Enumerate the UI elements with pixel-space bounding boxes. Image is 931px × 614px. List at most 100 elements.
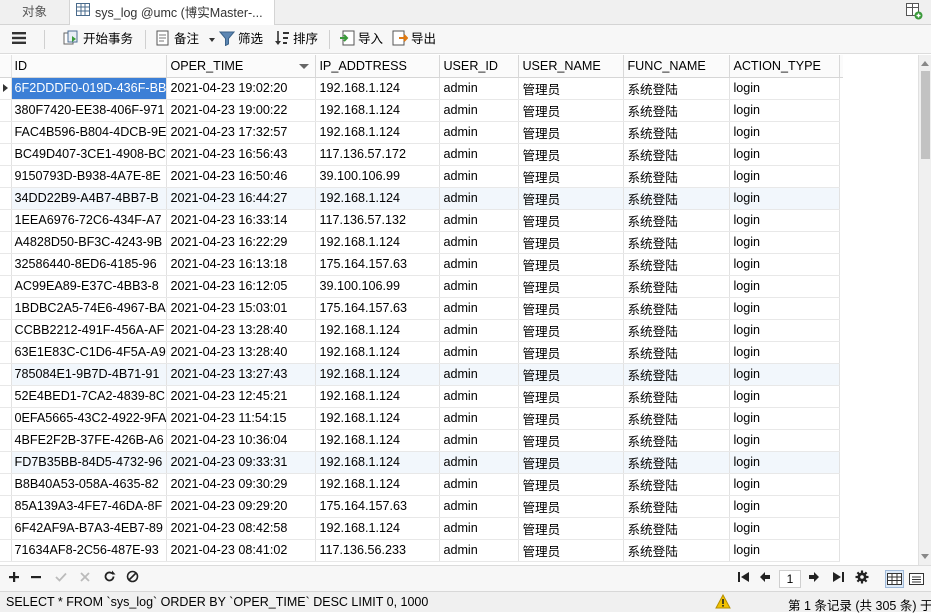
cell-ip[interactable]: 192.168.1.124 [315, 187, 441, 210]
cell-user-name[interactable]: 管理员 [518, 319, 625, 342]
column-header-id[interactable]: ID [11, 55, 168, 78]
cell-action-type[interactable]: login [729, 253, 841, 276]
cell-user-name[interactable]: 管理员 [518, 407, 625, 430]
cell-oper-time[interactable]: 2021-04-23 11:54:15 [166, 407, 317, 430]
cell-oper-time[interactable]: 2021-04-23 16:13:18 [166, 253, 317, 276]
row-indicator[interactable] [0, 121, 12, 144]
table-row[interactable]: BC49D407-3CE1-4908-BC 2021-04-23 16:56:43… [0, 143, 843, 166]
cell-user-name[interactable]: 管理员 [518, 517, 625, 540]
row-indicator[interactable] [0, 99, 12, 122]
table-row[interactable]: 32586440-8ED6-4185-96 2021-04-23 16:13:18… [0, 253, 843, 276]
cell-user-id[interactable]: admin [439, 495, 520, 518]
cell-func-name[interactable]: 系统登陆 [623, 363, 731, 386]
cell-func-name[interactable]: 系统登陆 [623, 517, 731, 540]
cell-user-name[interactable]: 管理员 [518, 187, 625, 210]
cell-action-type[interactable]: login [729, 517, 841, 540]
cell-user-name[interactable]: 管理员 [518, 231, 625, 254]
menu-icon[interactable] [11, 28, 30, 51]
table-row[interactable]: 34DD22B9-A4B7-4BB7-B 2021-04-23 16:44:27 1… [0, 187, 843, 210]
cell-func-name[interactable]: 系统登陆 [623, 495, 731, 518]
data-grid[interactable]: ID OPER_TIME IP_ADDTRESS USER_ID USER_NAME FU… [0, 55, 918, 565]
row-indicator[interactable] [0, 165, 12, 188]
row-indicator[interactable] [0, 517, 12, 540]
cell-id[interactable]: 6F42AF9A-B7A3-4EB7-89 [11, 517, 168, 540]
cell-user-name[interactable]: 管理员 [518, 121, 625, 144]
cell-ip[interactable]: 39.100.106.99 [315, 275, 441, 298]
cell-ip[interactable]: 192.168.1.124 [315, 231, 441, 254]
cell-id[interactable]: 1EEA6976-72C6-434F-A7 [11, 209, 168, 232]
last-page-icon[interactable] [830, 570, 846, 586]
row-indicator[interactable] [0, 429, 12, 452]
cell-action-type[interactable]: login [729, 275, 841, 298]
table-row[interactable]: 9150793D-B938-4A7E-8E 2021-04-23 16:50:46… [0, 165, 843, 188]
cell-action-type[interactable]: login [729, 385, 841, 408]
column-header-ip[interactable]: IP_ADDTRESS [315, 55, 441, 78]
cell-user-name[interactable]: 管理员 [518, 363, 625, 386]
cell-func-name[interactable]: 系统登陆 [623, 275, 731, 298]
table-row[interactable]: FD7B35BB-84D5-4732-96 2021-04-23 09:33:31… [0, 451, 843, 474]
cell-user-name[interactable]: 管理员 [518, 253, 625, 276]
table-row[interactable]: 52E4BED1-7CA2-4839-8C 2021-04-23 12:45:21… [0, 385, 843, 408]
row-indicator[interactable] [0, 385, 12, 408]
table-row[interactable]: 6F42AF9A-B7A3-4EB7-89 2021-04-23 08:42:58… [0, 517, 843, 540]
cell-ip[interactable]: 192.168.1.124 [315, 517, 441, 540]
cell-oper-time[interactable]: 2021-04-23 17:32:57 [166, 121, 317, 144]
row-indicator[interactable] [0, 187, 12, 210]
cell-user-id[interactable]: admin [439, 121, 520, 144]
cell-id[interactable]: 71634AF8-2C56-487E-93 [11, 539, 168, 562]
refresh-icon[interactable] [101, 570, 117, 586]
cell-id[interactable]: 32586440-8ED6-4185-96 [11, 253, 168, 276]
cell-user-name[interactable]: 管理员 [518, 385, 625, 408]
filter-button[interactable]: 筛选 [218, 28, 263, 51]
cell-oper-time[interactable]: 2021-04-23 13:27:43 [166, 363, 317, 386]
cell-user-id[interactable]: admin [439, 253, 520, 276]
cell-user-name[interactable]: 管理员 [518, 429, 625, 452]
cell-func-name[interactable]: 系统登陆 [623, 319, 731, 342]
cell-action-type[interactable]: login [729, 143, 841, 166]
cell-id[interactable]: BC49D407-3CE1-4908-BC [11, 143, 168, 166]
cell-action-type[interactable]: login [729, 407, 841, 430]
cell-id[interactable]: 34DD22B9-A4B7-4BB7-B [11, 187, 168, 210]
previous-page-icon[interactable] [757, 570, 773, 586]
row-indicator[interactable] [0, 495, 12, 518]
delete-record-icon[interactable] [28, 570, 44, 586]
cell-oper-time[interactable]: 2021-04-23 13:28:40 [166, 319, 317, 342]
cell-user-id[interactable]: admin [439, 319, 520, 342]
cell-action-type[interactable]: login [729, 165, 841, 188]
table-row[interactable]: 6F2DDDF0-019D-436F-BB 2021-04-23 19:02:20… [0, 77, 844, 100]
cell-ip[interactable]: 192.168.1.124 [315, 99, 441, 122]
scroll-up-icon[interactable] [921, 61, 929, 66]
cell-oper-time[interactable]: 2021-04-23 16:33:14 [166, 209, 317, 232]
cell-id[interactable]: 1BDBC2A5-74E6-4967-BA [11, 297, 168, 320]
cell-id[interactable]: 63E1E83C-C1D6-4F5A-A9 [11, 341, 168, 364]
cell-id[interactable]: 4BFE2F2B-37FE-426B-A6 [11, 429, 168, 452]
cell-ip[interactable]: 192.168.1.124 [315, 385, 441, 408]
row-indicator[interactable] [0, 77, 12, 100]
cell-func-name[interactable]: 系统登陆 [623, 407, 731, 430]
cell-oper-time[interactable]: 2021-04-23 16:50:46 [166, 165, 317, 188]
cell-oper-time[interactable]: 2021-04-23 08:41:02 [166, 539, 317, 562]
cell-func-name[interactable]: 系统登陆 [623, 451, 731, 474]
cell-user-id[interactable]: admin [439, 473, 520, 496]
cell-oper-time[interactable]: 2021-04-23 09:30:29 [166, 473, 317, 496]
cell-oper-time[interactable]: 2021-04-23 16:12:05 [166, 275, 317, 298]
tab-sys-log-query[interactable]: sys_log @umc (博实Master-... [70, 0, 275, 26]
column-header-user-name[interactable]: USER_NAME [518, 55, 625, 78]
table-row[interactable]: B8B40A53-058A-4635-82 2021-04-23 09:30:29… [0, 473, 843, 496]
cell-oper-time[interactable]: 2021-04-23 09:33:31 [166, 451, 317, 474]
cell-func-name[interactable]: 系统登陆 [623, 187, 731, 210]
cell-oper-time[interactable]: 2021-04-23 19:00:22 [166, 99, 317, 122]
row-indicator[interactable] [0, 209, 12, 232]
column-header-action-type[interactable]: ACTION_TYPE [729, 55, 841, 78]
page-number-input[interactable]: 1 [779, 570, 801, 588]
cell-user-id[interactable]: admin [439, 517, 520, 540]
warning-icon[interactable] [715, 593, 731, 612]
cell-id[interactable]: FAC4B596-B804-4DCB-9E [11, 121, 168, 144]
cell-user-name[interactable]: 管理员 [518, 165, 625, 188]
note-button[interactable]: 备注 [155, 28, 215, 51]
import-button[interactable]: 导入 [339, 28, 383, 51]
cell-id[interactable]: 52E4BED1-7CA2-4839-8C [11, 385, 168, 408]
cell-id[interactable]: 85A139A3-4FE7-46DA-8F [11, 495, 168, 518]
cell-user-id[interactable]: admin [439, 451, 520, 474]
cell-user-name[interactable]: 管理员 [518, 451, 625, 474]
